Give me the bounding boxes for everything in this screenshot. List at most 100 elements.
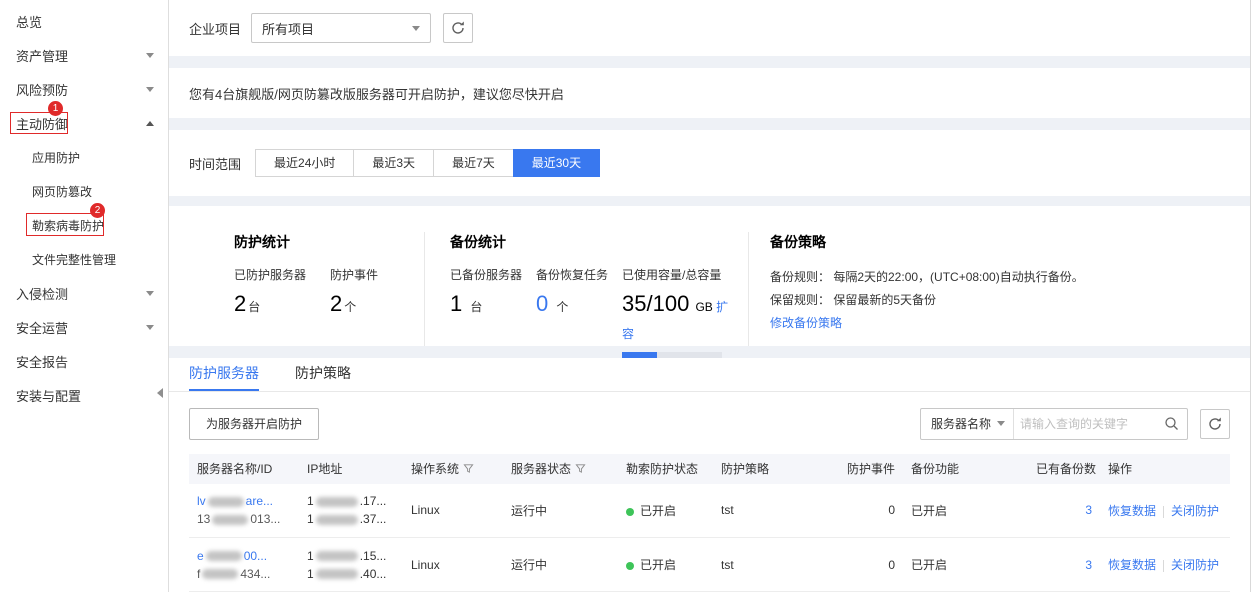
server-status-cell: 运行中 [503,484,618,538]
policy-cell: tst [713,538,813,592]
main-content: 企业项目 所有项目 您有4台旗舰版/网页防篡改版服务器可开启防护，建议您尽快开启… [169,0,1250,592]
project-select-value: 所有项目 [262,19,314,38]
refresh-icon [450,20,466,36]
table-header-row: 服务器名称/ID IP地址 操作系统 服务器状态 勒索防护状态 [189,454,1230,484]
server-table: 服务器名称/ID IP地址 操作系统 服务器状态 勒索防护状态 [189,454,1230,592]
redacted-text [316,497,358,507]
backup-count-link[interactable]: 3 [1085,503,1092,517]
os-cell: Linux [403,538,503,592]
time-range-24h-button[interactable]: 最近24小时 [255,149,354,177]
col-policy: 防护策略 [713,454,813,484]
table-row: e00... f434... 1.15... 1.40... Linux 运行中 [189,538,1230,592]
sidebar-collapse-icon[interactable] [157,388,163,398]
backup-rule-text: 备份规则： 每隔2天的22:00，(UTC+08:00)自动执行备份。 [770,266,1230,289]
server-name-link[interactable]: e00... [197,549,267,563]
filter-icon[interactable] [575,463,586,474]
refresh-icon [1207,416,1223,432]
sidebar-item-label: 勒索病毒防护 [32,217,104,234]
actions-cell: 恢复数据 关闭防护 [1100,538,1230,592]
disable-protection-link[interactable]: 关闭防护 [1171,558,1219,572]
col-actions: 操作 [1100,454,1230,484]
protected-servers-stat: 已防护服务器 2台 [234,266,306,319]
sidebar-item-installation-config[interactable]: 安装与配置 [0,378,168,412]
disable-protection-link[interactable]: 关闭防护 [1171,504,1219,518]
protection-stats-title: 防护统计 [234,232,424,252]
sidebar: 总览 资产管理 风险预防 主动防御 应用防护 网页防篡改 勒索病毒防护 文件完整… [0,0,169,592]
chevron-down-icon [412,26,420,31]
server-table-card: 防护服务器 防护策略 为服务器开启防护 服务器名称 [169,358,1250,592]
sidebar-item-label: 网页防篡改 [32,183,92,200]
tab-protected-servers[interactable]: 防护服务器 [189,358,259,391]
restore-data-link[interactable]: 恢复数据 [1108,558,1156,572]
backup-count-link[interactable]: 3 [1085,558,1092,572]
time-range-3d-button[interactable]: 最近3天 [353,149,434,177]
server-name-cell: e00... f434... [189,538,299,592]
sidebar-item-security-operations[interactable]: 安全运营 [0,310,168,344]
enterprise-project-bar: 企业项目 所有项目 [169,0,1250,56]
chevron-down-icon [997,421,1005,426]
time-range-label: 时间范围 [189,154,241,173]
filter-icon[interactable] [463,463,474,474]
redacted-text [202,569,238,579]
search-button[interactable] [1156,416,1187,431]
sidebar-item-label: 风险预防 [16,80,68,99]
time-range-7d-button[interactable]: 最近7天 [433,149,514,177]
sidebar-item-intrusion-detection[interactable]: 入侵检测 [0,276,168,310]
sidebar-item-label: 总览 [16,12,42,31]
server-name-link[interactable]: lvare... [197,494,273,508]
col-ip: IP地址 [299,454,403,484]
sidebar-item-label: 资产管理 [16,46,68,65]
ip-cell: 1.15... 1.40... [299,538,403,592]
project-select[interactable]: 所有项目 [251,13,431,43]
actions-cell: 恢复数据 关闭防护 [1100,484,1230,538]
backed-up-servers-stat: 已备份服务器 1 台 [450,266,522,358]
app-window: 总览 资产管理 风险预防 主动防御 应用防护 网页防篡改 勒索病毒防护 文件完整… [0,0,1251,592]
table-row: lvare... 13013... 1.17... 1.37... Linux … [189,484,1230,538]
tab-protection-policies[interactable]: 防护策略 [295,358,351,391]
backup-policy-title: 备份策略 [770,232,1230,252]
sidebar-item-web-tamper-protection[interactable]: 网页防篡改 [0,174,168,208]
backup-policy-section: 备份策略 备份规则： 每隔2天的22:00，(UTC+08:00)自动执行备份。… [748,232,1230,346]
sidebar-item-overview[interactable]: 总览 [0,4,168,38]
backup-stats-title: 备份统计 [450,232,748,252]
col-server-status: 服务器状态 [503,454,618,484]
sidebar-item-label: 入侵检测 [16,284,68,303]
sidebar-item-asset-management[interactable]: 资产管理 [0,38,168,72]
sidebar-item-application-protection[interactable]: 应用防护 [0,140,168,174]
col-server-name: 服务器名称/ID [189,454,299,484]
backup-count-cell: 3 [1028,538,1100,592]
status-green-dot [626,562,634,570]
search-category-select[interactable]: 服务器名称 [921,409,1014,439]
events-cell: 0 [813,484,903,538]
sidebar-item-proactive-defense[interactable]: 主动防御 [0,106,168,140]
sidebar-item-label: 安全运营 [16,318,68,337]
restore-tasks-count-link[interactable]: 0 [536,291,548,316]
restore-data-link[interactable]: 恢复数据 [1108,504,1156,518]
col-os: 操作系统 [403,454,503,484]
sidebar-item-file-integrity[interactable]: 文件完整性管理 [0,242,168,276]
sidebar-item-label: 安装与配置 [16,386,81,405]
sidebar-item-security-report[interactable]: 安全报告 [0,344,168,378]
protection-events-stat: 防护事件 2个 [330,266,378,319]
chevron-down-icon [146,53,154,58]
time-range-segment: 最近24小时 最近3天 最近7天 最近30天 [255,149,600,177]
status-green-dot [626,508,634,516]
sidebar-item-ransomware-protection[interactable]: 勒索病毒防护 [0,208,168,242]
time-range-30d-button[interactable]: 最近30天 [513,149,600,177]
sidebar-item-label: 安全报告 [16,352,68,371]
search-input[interactable] [1014,417,1156,431]
sidebar-item-risk-prevention[interactable]: 风险预防 [0,72,168,106]
col-events: 防护事件 [813,454,903,484]
redacted-text [316,569,358,579]
redacted-text [316,515,358,525]
events-cell: 0 [813,538,903,592]
retention-rule-text: 保留规则： 保留最新的5天备份 [770,289,1230,312]
table-refresh-button[interactable] [1200,409,1230,439]
enable-protection-button[interactable]: 为服务器开启防护 [189,408,319,440]
annotation-badge-step-2: 2 [90,203,105,218]
search-icon [1164,416,1179,431]
notice-text: 您有4台旗舰版/网页防篡改版服务器可开启防护，建议您尽快开启 [189,84,564,103]
refresh-button[interactable] [443,13,473,43]
server-status-cell: 运行中 [503,538,618,592]
modify-backup-policy-link[interactable]: 修改备份策略 [770,316,842,330]
